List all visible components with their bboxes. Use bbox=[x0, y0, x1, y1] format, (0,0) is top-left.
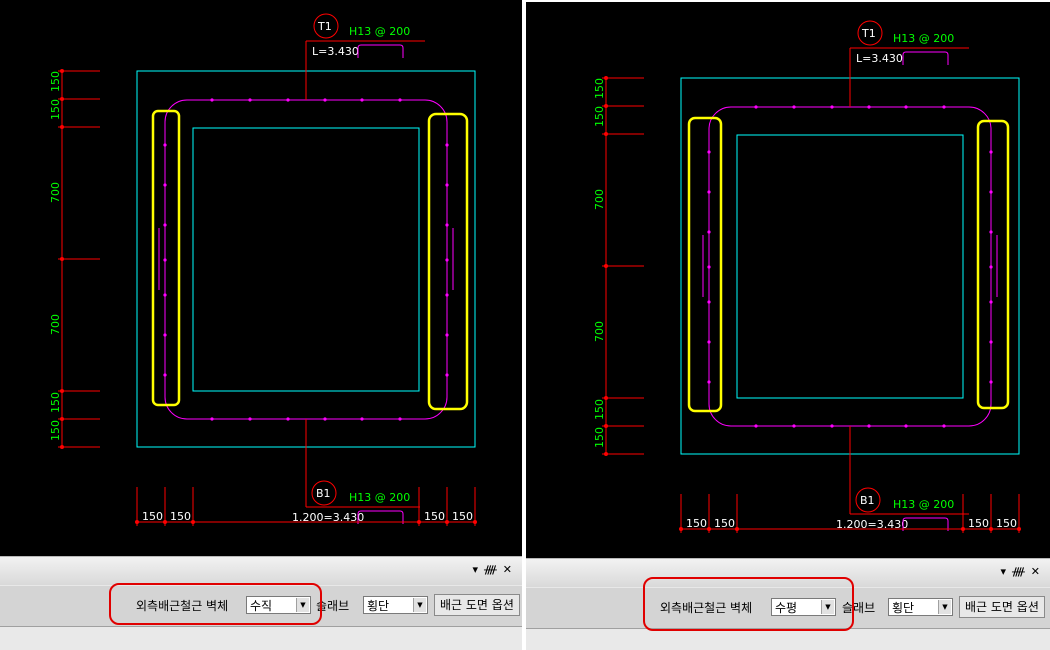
top-bar-shape bbox=[357, 44, 404, 58]
inner-opening bbox=[192, 127, 420, 392]
dropdown-arrow-icon[interactable]: ▼ bbox=[413, 598, 426, 612]
top-label: T1 bbox=[861, 27, 876, 40]
bottom-label: B1 bbox=[860, 494, 875, 507]
vdim-text: 700 bbox=[593, 321, 606, 342]
slab-select-value: 횡단 bbox=[367, 599, 390, 613]
red-highlight bbox=[109, 583, 322, 625]
side-bars bbox=[702, 235, 998, 297]
top-label: T1 bbox=[317, 20, 332, 33]
status-strip bbox=[0, 626, 522, 650]
hdim-text: 150 bbox=[424, 510, 445, 523]
rebar-drawing-options-button[interactable]: 배근 도면 옵션 bbox=[959, 596, 1045, 618]
vdim-text: 150 bbox=[49, 71, 62, 92]
panel-titlebar: ▾ᚎ✕ bbox=[0, 556, 522, 585]
top-length: L=3.430 bbox=[312, 45, 359, 58]
right-wall-highlight bbox=[427, 112, 469, 411]
top-bar-shape bbox=[902, 51, 949, 65]
rebar-drawing-options-button[interactable]: 배근 도면 옵션 bbox=[434, 594, 520, 616]
rebar-loop bbox=[708, 106, 992, 427]
inner-opening bbox=[736, 134, 964, 399]
bottom-label: B1 bbox=[316, 487, 331, 500]
vdim-text: 150 bbox=[49, 420, 62, 441]
left-drawing-panel: 150 150 700 700 150 150 T1 H13 @ 200 L=3… bbox=[0, 0, 522, 650]
red-highlight bbox=[643, 577, 854, 631]
vdim-text: 700 bbox=[49, 182, 62, 203]
left-wall-highlight bbox=[151, 109, 181, 407]
rebar-dots bbox=[163, 98, 449, 421]
close-icon[interactable]: ✕ bbox=[1031, 565, 1046, 578]
vdim-text: 150 bbox=[593, 427, 606, 448]
side-bars bbox=[158, 228, 454, 290]
top-length: L=3.430 bbox=[856, 52, 903, 65]
hdim-text: 150 bbox=[714, 517, 735, 530]
close-icon[interactable]: ✕ bbox=[503, 563, 518, 576]
section-drawing: 150 150 700 700 150 150 T1 H13 @ 200 L=3… bbox=[49, 13, 477, 526]
vdim-text: 700 bbox=[593, 189, 606, 210]
dropdown-arrow-icon[interactable]: ▾ bbox=[473, 563, 485, 576]
vdim-text: 150 bbox=[593, 78, 606, 99]
top-callout: H13 @ 200 bbox=[893, 32, 954, 45]
bottom-callout: H13 @ 200 bbox=[893, 498, 954, 511]
pin-icon[interactable]: ᚎ bbox=[484, 563, 503, 576]
titlebar-controls[interactable]: ▾ᚎ✕ bbox=[473, 563, 519, 576]
vdim-text: 150 bbox=[593, 106, 606, 127]
hdim-text: 150 bbox=[686, 517, 707, 530]
rebar-loop bbox=[164, 99, 448, 420]
right-drawing-panel: 150 150 700 700 150 150 T1 H13 @ 200 L=3… bbox=[526, 0, 1050, 650]
status-strip bbox=[526, 628, 1050, 650]
vertical-dimension bbox=[602, 77, 644, 455]
titlebar-controls[interactable]: ▾ᚎ✕ bbox=[1001, 565, 1047, 578]
slab-select[interactable]: 횡단 ▼ bbox=[888, 598, 953, 616]
left-wall-highlight bbox=[687, 116, 723, 413]
hdim-text: 150 bbox=[142, 510, 163, 523]
top-callout: H13 @ 200 bbox=[349, 25, 410, 38]
hdim-text: 150 bbox=[968, 517, 989, 530]
right-wall-highlight bbox=[976, 119, 1010, 410]
vdim-text: 150 bbox=[49, 99, 62, 120]
slab-select[interactable]: 횡단 ▼ bbox=[363, 596, 428, 614]
vdim-text: 700 bbox=[49, 314, 62, 335]
dropdown-arrow-icon[interactable]: ▼ bbox=[938, 600, 951, 614]
slab-select-value: 횡단 bbox=[892, 601, 915, 615]
section-drawing: 150 150 700 700 150 150 T1 H13 @ 200 L=3… bbox=[593, 20, 1021, 533]
vdim-text: 150 bbox=[593, 399, 606, 420]
bottom-callout: H13 @ 200 bbox=[349, 491, 410, 504]
hdim-text: 150 bbox=[996, 517, 1017, 530]
cad-viewport[interactable]: 150 150 700 700 150 150 T1 H13 @ 200 L=3… bbox=[0, 0, 522, 556]
cad-viewport[interactable]: 150 150 700 700 150 150 T1 H13 @ 200 L=3… bbox=[526, 2, 1050, 558]
vertical-dimension bbox=[58, 70, 100, 448]
vdim-text: 150 bbox=[49, 392, 62, 413]
dropdown-arrow-icon[interactable]: ▾ bbox=[1001, 565, 1013, 578]
hdim-text: 150 bbox=[170, 510, 191, 523]
pin-icon[interactable]: ᚎ bbox=[1012, 565, 1031, 578]
hdim-text: 150 bbox=[452, 510, 473, 523]
rebar-dots bbox=[707, 105, 993, 428]
